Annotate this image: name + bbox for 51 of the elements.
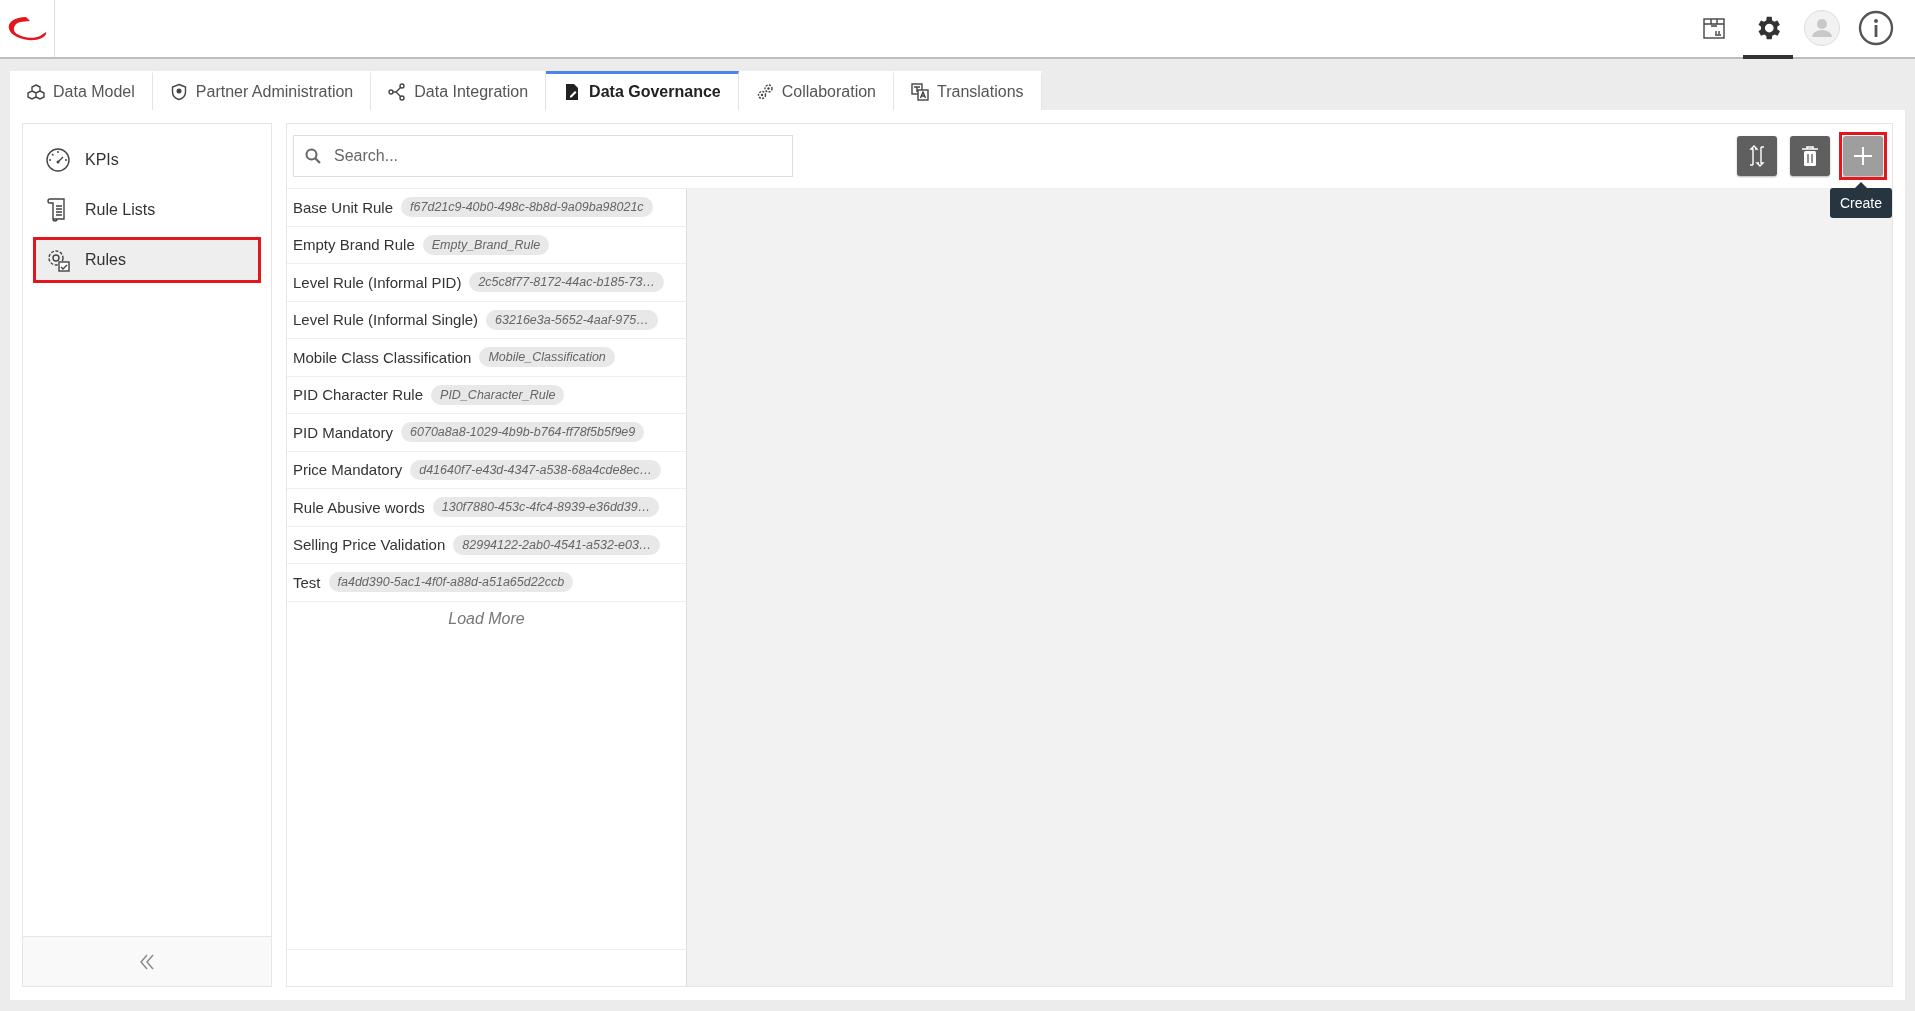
tab[interactable]: Partner Administration [152,71,372,110]
logo [6,15,48,42]
gear-icon [45,247,71,273]
tab[interactable]: Data Model [10,71,153,110]
search-field[interactable]: Search... [293,135,793,177]
tab[interactable]: Translations [894,71,1042,110]
rule-id-tag: f67d21c9-40b0-498c-8b8d-9a09ba98021c [401,197,653,218]
rule-name[interactable]: Test [293,573,321,591]
tab[interactable]: Data Integration [371,71,547,110]
rule-name[interactable]: PID Mandatory [293,423,394,441]
sync-icon [1747,145,1767,167]
load-more-link[interactable]: Load More [448,609,525,628]
gauge-icon [45,147,71,173]
rule-name[interactable]: Rule Abusive words [293,498,425,516]
rule-name[interactable]: Empty Brand Rule [293,236,415,254]
tab[interactable]: Data Governance [546,71,739,110]
rule-id-tag: 130f7880-453c-4fc4-8939-e36dd39… [432,497,660,518]
rule-id-tag: 2c5c8f77-8172-44ac-b185-73… [469,272,664,293]
shield-icon [169,83,188,101]
rule-name[interactable]: Mobile Class Classification [293,348,472,366]
rule-name[interactable]: Base Unit Rule [293,198,394,216]
sidebar-item[interactable]: KPIs [33,137,261,183]
double-chevron-icon [140,953,154,970]
rule-id-tag: 6070a8a8-1029-4b9b-b764-ff78f5b5f9e9 [401,422,645,443]
search-icon [305,148,321,164]
info-icon [1858,9,1894,46]
sidebar-item[interactable]: Rule Lists [33,187,261,233]
tab[interactable]: Collaboration [738,71,894,110]
rule-id-tag: 63216e3a-5652-4aaf-975… [486,309,658,330]
rule-id-tag: PID_Character_Rule [431,384,565,405]
translate-icon [911,83,929,101]
nodes-icon [388,83,407,101]
cubes-icon [27,83,45,101]
rule-id-tag: Empty_Brand_Rule [422,234,550,255]
rule-name[interactable]: Selling Price Validation [293,536,446,554]
rule-name[interactable]: Price Mandatory [293,461,403,479]
gears-icon [755,83,774,101]
sync-button[interactable] [1737,136,1777,176]
rule-name[interactable]: Level Rule (Informal PID) [293,273,462,291]
trash-icon [1800,145,1820,167]
rule-id-tag: 82994122-2ab0-4541-a532-e03… [453,534,661,555]
tooltip: Create [1829,182,1892,218]
sidebar-item[interactable]: Rules [33,237,261,283]
rule-name[interactable]: Level Rule (Informal Single) [293,311,479,329]
rule-id-tag: d41640f7-e43d-4347-a538-68a4cde8ec… [410,459,662,480]
rule-id-tag: Mobile_Classification [479,347,615,368]
plus-icon [1853,146,1873,166]
delete-button[interactable] [1790,136,1830,176]
rule-id-tag: fa4dd390-5ac1-4f0f-a88d-a51a65d22ccb [328,572,574,593]
avatar-icon [1803,8,1841,47]
rule-name[interactable]: PID Character Rule [293,386,424,404]
